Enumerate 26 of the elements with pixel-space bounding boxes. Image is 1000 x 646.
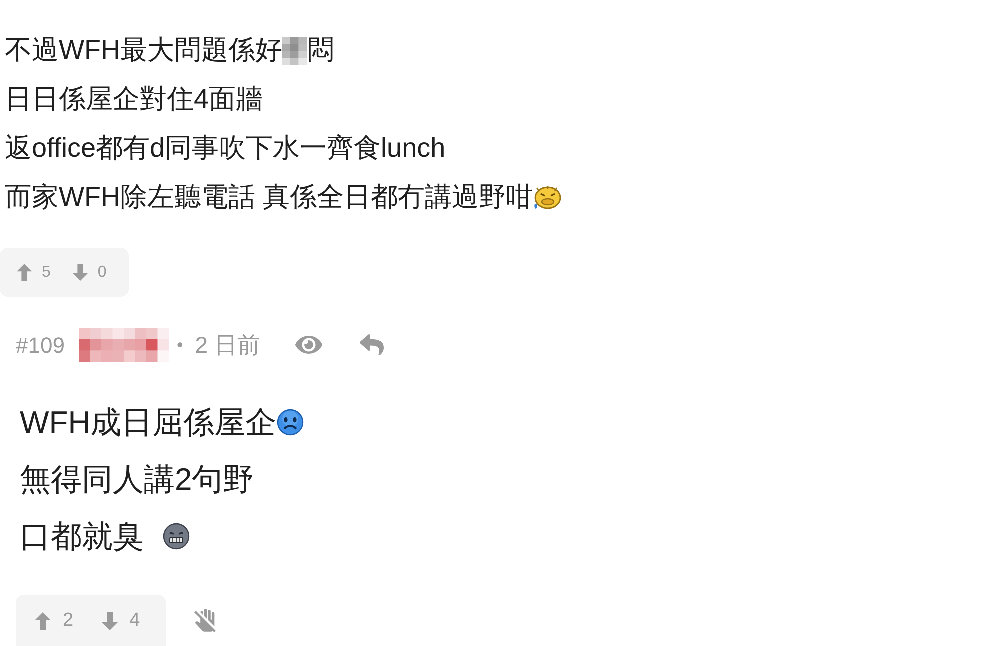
pixel-mosaic-icon (78, 328, 169, 362)
post-number: #109 (16, 332, 65, 360)
down-arrow-icon (72, 264, 88, 281)
sad-face-icon (276, 409, 304, 436)
post-text: 日日係屋企對住4面牆 (5, 83, 264, 116)
post-text: 而家WFH除左聽電話 真係全日都冇講過野咁 (5, 181, 533, 214)
emoji-face-icon (532, 186, 561, 210)
up-arrow-icon (17, 264, 32, 281)
post-text: 悶 (307, 34, 334, 67)
separator-dot: • (176, 334, 184, 356)
post-text: 無得同人講2句野 (20, 461, 254, 499)
post-text: 返office都有d同事吹下水一齊食lunch (5, 132, 446, 165)
upvote-button[interactable]: 5 (17, 260, 51, 284)
reply-icon[interactable] (358, 333, 386, 357)
pixel-mosaic-icon (282, 36, 308, 64)
up-arrow-icon (35, 612, 51, 630)
post-text: WFH成日屈係屋企 (20, 404, 277, 442)
down-arrow-icon (102, 612, 118, 630)
post-text: 不過WFH最大問題係好 (5, 34, 282, 67)
post-text: 口都就臭 (20, 518, 145, 556)
downvote-button[interactable]: 0 (72, 260, 107, 284)
grimace-face-icon (162, 523, 190, 550)
downvote-button[interactable]: 4 (102, 606, 140, 636)
hand-slash-icon[interactable] (193, 607, 219, 635)
upvote-button[interactable]: 2 (35, 606, 74, 636)
post-time: 2 日前 (195, 330, 260, 360)
